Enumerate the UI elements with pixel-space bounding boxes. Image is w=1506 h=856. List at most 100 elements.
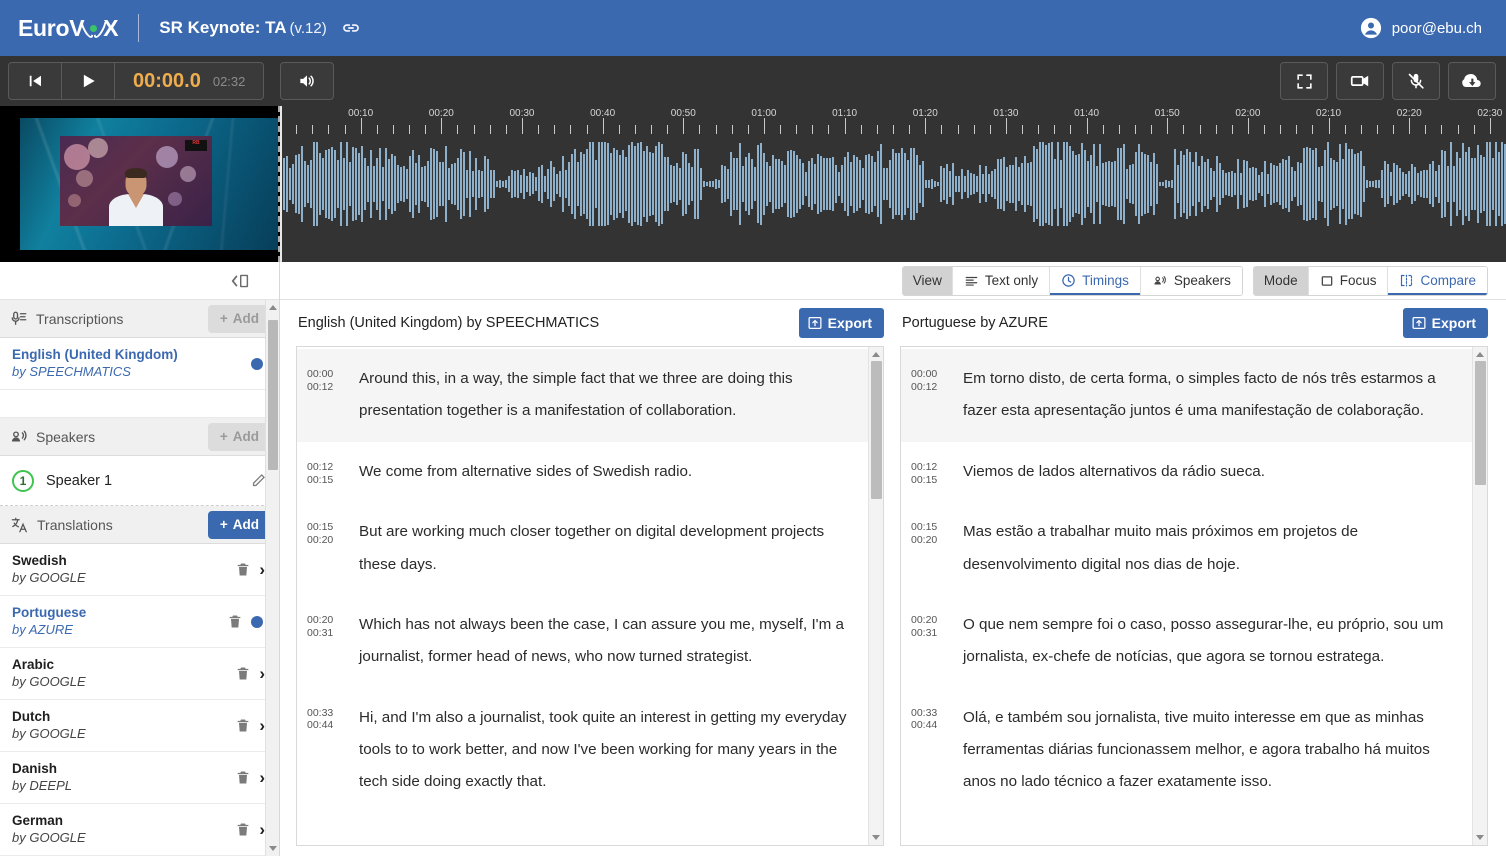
segment-text[interactable]: Olá, e também sou jornalista, tive muito… xyxy=(963,702,1458,799)
user-account[interactable]: poor@ebu.ch xyxy=(1360,0,1482,56)
add-translation-button[interactable]: + Add xyxy=(207,510,271,539)
transcript-segment[interactable]: 00:33 00:44 Olá, e também sou jornalista, … xyxy=(901,688,1472,813)
translation-item[interactable]: Portuguese by AZURE xyxy=(0,596,279,648)
waveform-bar xyxy=(1471,157,1473,211)
pane-scroll-area[interactable]: 00:00 00:12 Around this, in a way, the sim… xyxy=(297,347,868,845)
delete-translation-icon[interactable] xyxy=(235,769,251,786)
play-button[interactable] xyxy=(62,63,114,99)
scroll-up-arrow-icon[interactable] xyxy=(872,352,880,357)
view-option-text-only[interactable]: Text only xyxy=(951,266,1050,295)
view-option-timings[interactable]: Timings xyxy=(1049,266,1140,295)
transcription-item-english[interactable]: English (United Kingdom) by SPEECHMATICS xyxy=(0,338,279,390)
transcript-segment[interactable]: 00:15 00:20 But are working much closer to… xyxy=(297,502,868,595)
plus-icon: + xyxy=(219,311,228,326)
waveform-bar xyxy=(973,173,975,195)
scroll-up-arrow-icon[interactable] xyxy=(269,305,277,310)
waveform-bar xyxy=(1120,147,1122,221)
transcript-segment[interactable]: 00:00 00:12 Em torno disto, de certa forma… xyxy=(901,349,1472,442)
sidebar-scrollbar[interactable] xyxy=(265,300,279,856)
add-speaker-button[interactable]: + Add xyxy=(207,422,271,451)
selected-indicator-dot[interactable] xyxy=(251,357,263,370)
sidebar-scroll-area[interactable]: Transcriptions + Add English (United Kin… xyxy=(0,300,279,856)
waveform-bar xyxy=(712,181,714,187)
segment-text[interactable]: But are working much closer together on … xyxy=(359,516,854,581)
video-toggle-button[interactable] xyxy=(1336,62,1384,100)
scroll-down-arrow-icon[interactable] xyxy=(269,846,277,851)
volume-button[interactable] xyxy=(281,63,333,99)
translation-item[interactable]: German by GOOGLE › xyxy=(0,804,279,856)
video-preview[interactable]: RB xyxy=(0,106,280,262)
translation-item[interactable]: Arabic by GOOGLE › xyxy=(0,648,279,700)
speaker-item[interactable]: 1 Speaker 1 xyxy=(0,456,279,506)
scroll-down-arrow-icon[interactable] xyxy=(872,835,880,840)
add-speaker-label: Add xyxy=(232,429,259,444)
pane-scroll-thumb[interactable] xyxy=(1475,361,1486,485)
transcript-segment[interactable]: 00:33 00:44 Hi, and I'm also a journalist,… xyxy=(297,688,868,813)
transcript-segment[interactable]: 00:20 00:31 O que nem sempre foi o caso, p… xyxy=(901,595,1472,688)
segment-text[interactable]: Which has not always been the case, I ca… xyxy=(359,609,854,674)
waveform-bar xyxy=(622,150,624,218)
pane-scrollbar[interactable] xyxy=(1472,347,1487,845)
segment-text[interactable]: We come from alternative sides of Swedis… xyxy=(359,456,854,488)
transcript-segment[interactable]: 00:12 00:15 Viemos de lados alternativos d… xyxy=(901,442,1472,502)
fullscreen-button[interactable] xyxy=(1280,62,1328,100)
waveform-bar xyxy=(547,168,549,200)
sidebar-scroll-thumb[interactable] xyxy=(268,320,278,470)
playhead[interactable] xyxy=(280,106,282,262)
timeline-tick xyxy=(360,118,362,134)
mute-mic-button[interactable] xyxy=(1392,62,1440,100)
link-icon[interactable] xyxy=(341,18,361,38)
segment-text[interactable]: Em torno disto, de certa forma, o simple… xyxy=(963,363,1458,428)
waveform-bar xyxy=(574,149,576,219)
waveform-canvas[interactable] xyxy=(280,134,1506,262)
scroll-up-arrow-icon[interactable] xyxy=(1476,352,1484,357)
timeline-tick xyxy=(1005,118,1007,134)
waveform-bar xyxy=(1342,158,1344,210)
delete-translation-icon[interactable] xyxy=(227,613,243,630)
view-option-speakers[interactable]: Speakers xyxy=(1139,266,1242,295)
pane-scroll-area[interactable]: 00:00 00:12 Em torno disto, de certa forma… xyxy=(901,347,1472,845)
transcript-segment[interactable]: 00:15 00:20 Mas estão a trabalhar muito ma… xyxy=(901,502,1472,595)
selected-indicator-dot[interactable] xyxy=(251,615,263,628)
timeline-ruler[interactable]: 00:10 00:20 00:30 00:40 00:50 01:00 01:10 01:20… xyxy=(280,106,1506,134)
export-button[interactable]: Export xyxy=(798,308,884,338)
delete-translation-icon[interactable] xyxy=(235,717,251,734)
transcript-segment[interactable]: 00:12 00:15 We come from alternative sides… xyxy=(297,442,868,502)
speakers-section-header: Speakers + Add xyxy=(0,418,279,456)
segment-text[interactable]: Viemos de lados alternativos da rádio su… xyxy=(963,456,1458,488)
pane-scroll-thumb[interactable] xyxy=(871,361,882,499)
delete-translation-icon[interactable] xyxy=(235,665,251,682)
waveform-bar xyxy=(1201,155,1203,213)
mode-label: Mode xyxy=(1253,266,1308,295)
timeline-waveform[interactable]: 00:10 00:20 00:30 00:40 00:50 01:00 01:10 01:20… xyxy=(280,106,1506,262)
pane-scrollbar[interactable] xyxy=(868,347,883,845)
segment-text[interactable]: Around this, in a way, the simple fact t… xyxy=(359,363,854,428)
export-button[interactable]: Export xyxy=(1402,308,1488,338)
segment-text[interactable]: Hi, and I'm also a journalist, took quit… xyxy=(359,702,854,799)
translation-item[interactable]: Dutch by GOOGLE › xyxy=(0,700,279,752)
segment-text[interactable]: Mas estão a trabalhar muito mais próximo… xyxy=(963,516,1458,581)
timeline-tick xyxy=(780,125,782,134)
delete-translation-icon[interactable] xyxy=(235,821,251,838)
waveform-bar xyxy=(793,150,795,218)
waveform-bar xyxy=(1219,162,1221,206)
add-transcription-button[interactable]: + Add xyxy=(207,304,271,333)
segment-text[interactable]: O que nem sempre foi o caso, posso asseg… xyxy=(963,609,1458,674)
transcript-segment[interactable]: 00:00 00:12 Around this, in a way, the sim… xyxy=(297,349,868,442)
skip-to-start-button[interactable] xyxy=(9,63,61,99)
download-button[interactable] xyxy=(1448,62,1496,100)
translation-item[interactable]: Danish by DEEPL › xyxy=(0,752,279,804)
collapse-panel-icon[interactable] xyxy=(229,272,251,290)
scroll-down-arrow-icon[interactable] xyxy=(1476,835,1484,840)
waveform-bar xyxy=(991,170,993,198)
mode-option-compare[interactable]: Compare xyxy=(1387,266,1487,295)
translation-item[interactable]: Swedish by GOOGLE › xyxy=(0,544,279,596)
waveform-bar xyxy=(502,180,504,188)
timeline-tick xyxy=(392,125,394,134)
waveform-bar xyxy=(1243,160,1245,208)
delete-translation-icon[interactable] xyxy=(235,561,251,578)
waveform-bar xyxy=(1060,160,1062,208)
waveform-bar xyxy=(652,152,654,216)
mode-option-focus[interactable]: Focus xyxy=(1307,266,1388,295)
transcript-segment[interactable]: 00:20 00:31 Which has not always been the … xyxy=(297,595,868,688)
